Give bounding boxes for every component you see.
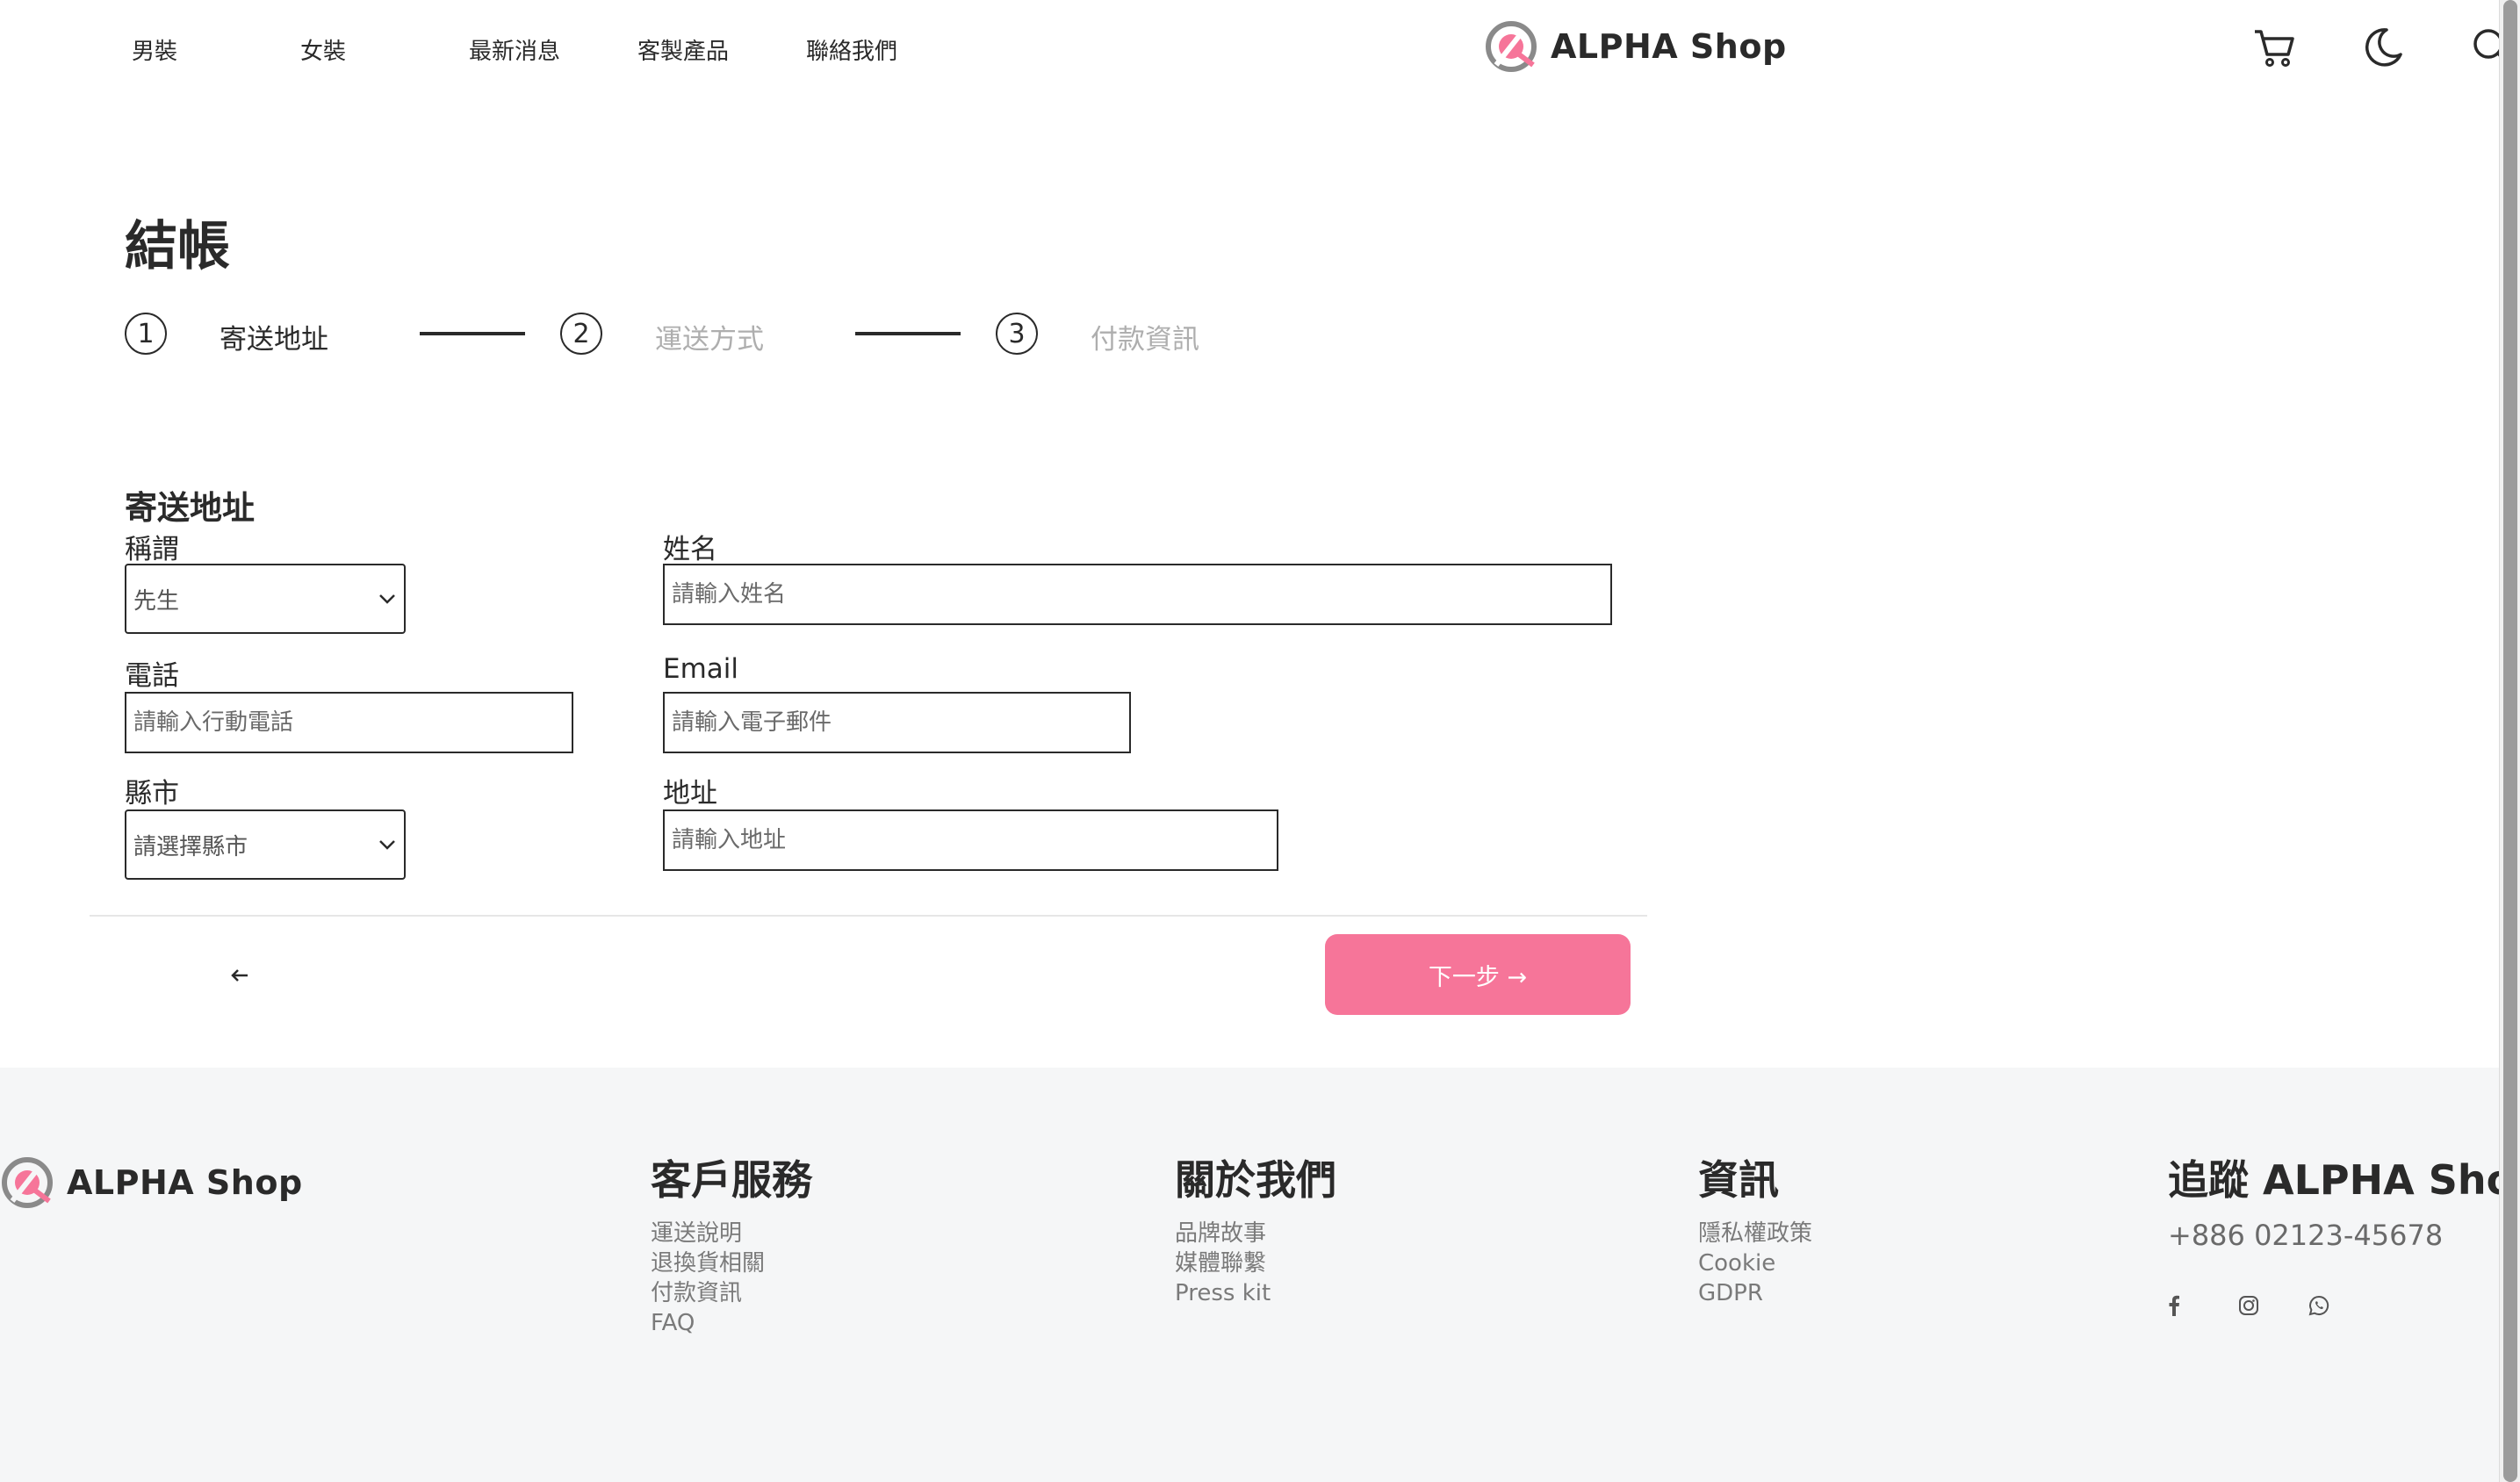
footer-link[interactable]: 運送說明 (651, 1219, 812, 1248)
page-title: 結帳 (125, 216, 230, 277)
nav-item-men[interactable]: 男裝 (132, 33, 300, 66)
chevron-down-icon (379, 594, 395, 604)
step-2-number: 2 (560, 313, 602, 355)
footer-col-title: 關於我們 (1175, 1156, 1336, 1204)
moon-icon[interactable] (2360, 25, 2406, 70)
footer-col-service: 客戶服務 運送說明 退換貨相關 付款資訊 FAQ (651, 1148, 812, 1338)
nav-item-women[interactable]: 女裝 (300, 33, 469, 66)
site-footer: ALPHA Shop 客戶服務 運送說明 退換貨相關 付款資訊 FAQ 關於我們… (0, 1068, 2499, 1482)
footer-col-about: 關於我們 品牌故事 媒體聯繫 Press kit (1175, 1148, 1336, 1308)
brand-name: ALPHA Shop (1551, 27, 1787, 66)
scrollbar[interactable] (2499, 0, 2520, 1482)
nav-item-news[interactable]: 最新消息 (469, 33, 637, 66)
nav-item-custom[interactable]: 客製產品 (637, 33, 806, 66)
facebook-icon[interactable] (2168, 1292, 2238, 1319)
checkout-stepper: 1 寄送地址 2 運送方式 3 付款資訊 (125, 313, 1266, 356)
city-select[interactable]: 請選擇縣市 (125, 809, 406, 880)
step-connector (420, 332, 525, 335)
salutation-label: 稱謂 (125, 534, 179, 565)
social-links (2168, 1292, 2499, 1319)
footer-link[interactable]: 隱私權政策 (1698, 1219, 1812, 1248)
logo-icon (1486, 21, 1537, 72)
salutation-value: 先生 (133, 587, 180, 615)
scrollbar-thumb[interactable] (2503, 0, 2517, 1482)
email-input[interactable] (672, 709, 1129, 736)
name-label: 姓名 (663, 534, 717, 565)
phone-label: 電話 (125, 660, 179, 692)
footer-col-follow: 追蹤 ALPHA Shop +886 02123-45678 (2168, 1148, 2499, 1319)
arrow-left-icon (231, 969, 248, 982)
site-header: 男裝 女裝 最新消息 客製產品 聯絡我們 ALPHA Shop (0, 0, 2499, 97)
address-field[interactable] (663, 809, 1278, 871)
form-divider (90, 915, 1647, 917)
main-nav: 男裝 女裝 最新消息 客製產品 聯絡我們 (132, 33, 975, 66)
address-label: 地址 (663, 778, 717, 809)
footer-link[interactable]: GDPR (1698, 1278, 1812, 1308)
section-title: 寄送地址 (125, 489, 255, 527)
phone-field[interactable] (125, 692, 573, 753)
salutation-select[interactable]: 先生 (125, 564, 406, 634)
step-3-number: 3 (996, 313, 1038, 355)
email-field[interactable] (663, 692, 1131, 753)
step-1-label: 寄送地址 (220, 324, 328, 356)
footer-link[interactable]: 媒體聯繫 (1175, 1248, 1336, 1278)
step-1-number: 1 (125, 313, 167, 355)
cart-icon[interactable] (2251, 25, 2297, 70)
footer-link[interactable]: 付款資訊 (651, 1278, 812, 1308)
footer-col-info: 資訊 隱私權政策 Cookie GDPR (1698, 1148, 1812, 1308)
step-3-label: 付款資訊 (1091, 324, 1199, 356)
footer-link[interactable]: Cookie (1698, 1248, 1812, 1278)
instagram-icon[interactable] (2238, 1292, 2308, 1319)
city-label: 縣市 (125, 778, 179, 809)
nav-item-contact[interactable]: 聯絡我們 (806, 33, 975, 66)
footer-link[interactable]: FAQ (651, 1308, 812, 1338)
footer-link[interactable]: 品牌故事 (1175, 1219, 1336, 1248)
brand-logo[interactable]: ALPHA Shop (1484, 19, 1787, 74)
footer-brand[interactable]: ALPHA Shop (0, 1155, 303, 1210)
footer-phone: +886 02123-45678 (2168, 1219, 2444, 1252)
step-2-label: 運送方式 (655, 324, 764, 356)
email-label: Email (663, 653, 739, 685)
footer-brand-name: ALPHA Shop (67, 1163, 303, 1202)
footer-link[interactable]: 退換貨相關 (651, 1248, 812, 1278)
back-button[interactable] (227, 962, 253, 989)
chevron-down-icon (379, 840, 395, 850)
logo-icon (2, 1157, 53, 1208)
phone-input[interactable] (133, 709, 572, 736)
address-input[interactable] (672, 827, 1277, 853)
footer-link[interactable]: Press kit (1175, 1278, 1336, 1308)
footer-col-title: 資訊 (1698, 1156, 1779, 1204)
step-connector (855, 332, 961, 335)
name-input[interactable] (672, 581, 1610, 608)
city-value: 請選擇縣市 (133, 833, 248, 860)
search-icon[interactable] (2469, 25, 2499, 70)
next-step-button[interactable]: 下一步 → (1325, 934, 1631, 1015)
name-field[interactable] (663, 564, 1612, 625)
footer-col-title: 追蹤 ALPHA Shop (2168, 1156, 2499, 1204)
footer-col-title: 客戶服務 (651, 1156, 812, 1204)
whatsapp-icon[interactable] (2308, 1292, 2379, 1319)
